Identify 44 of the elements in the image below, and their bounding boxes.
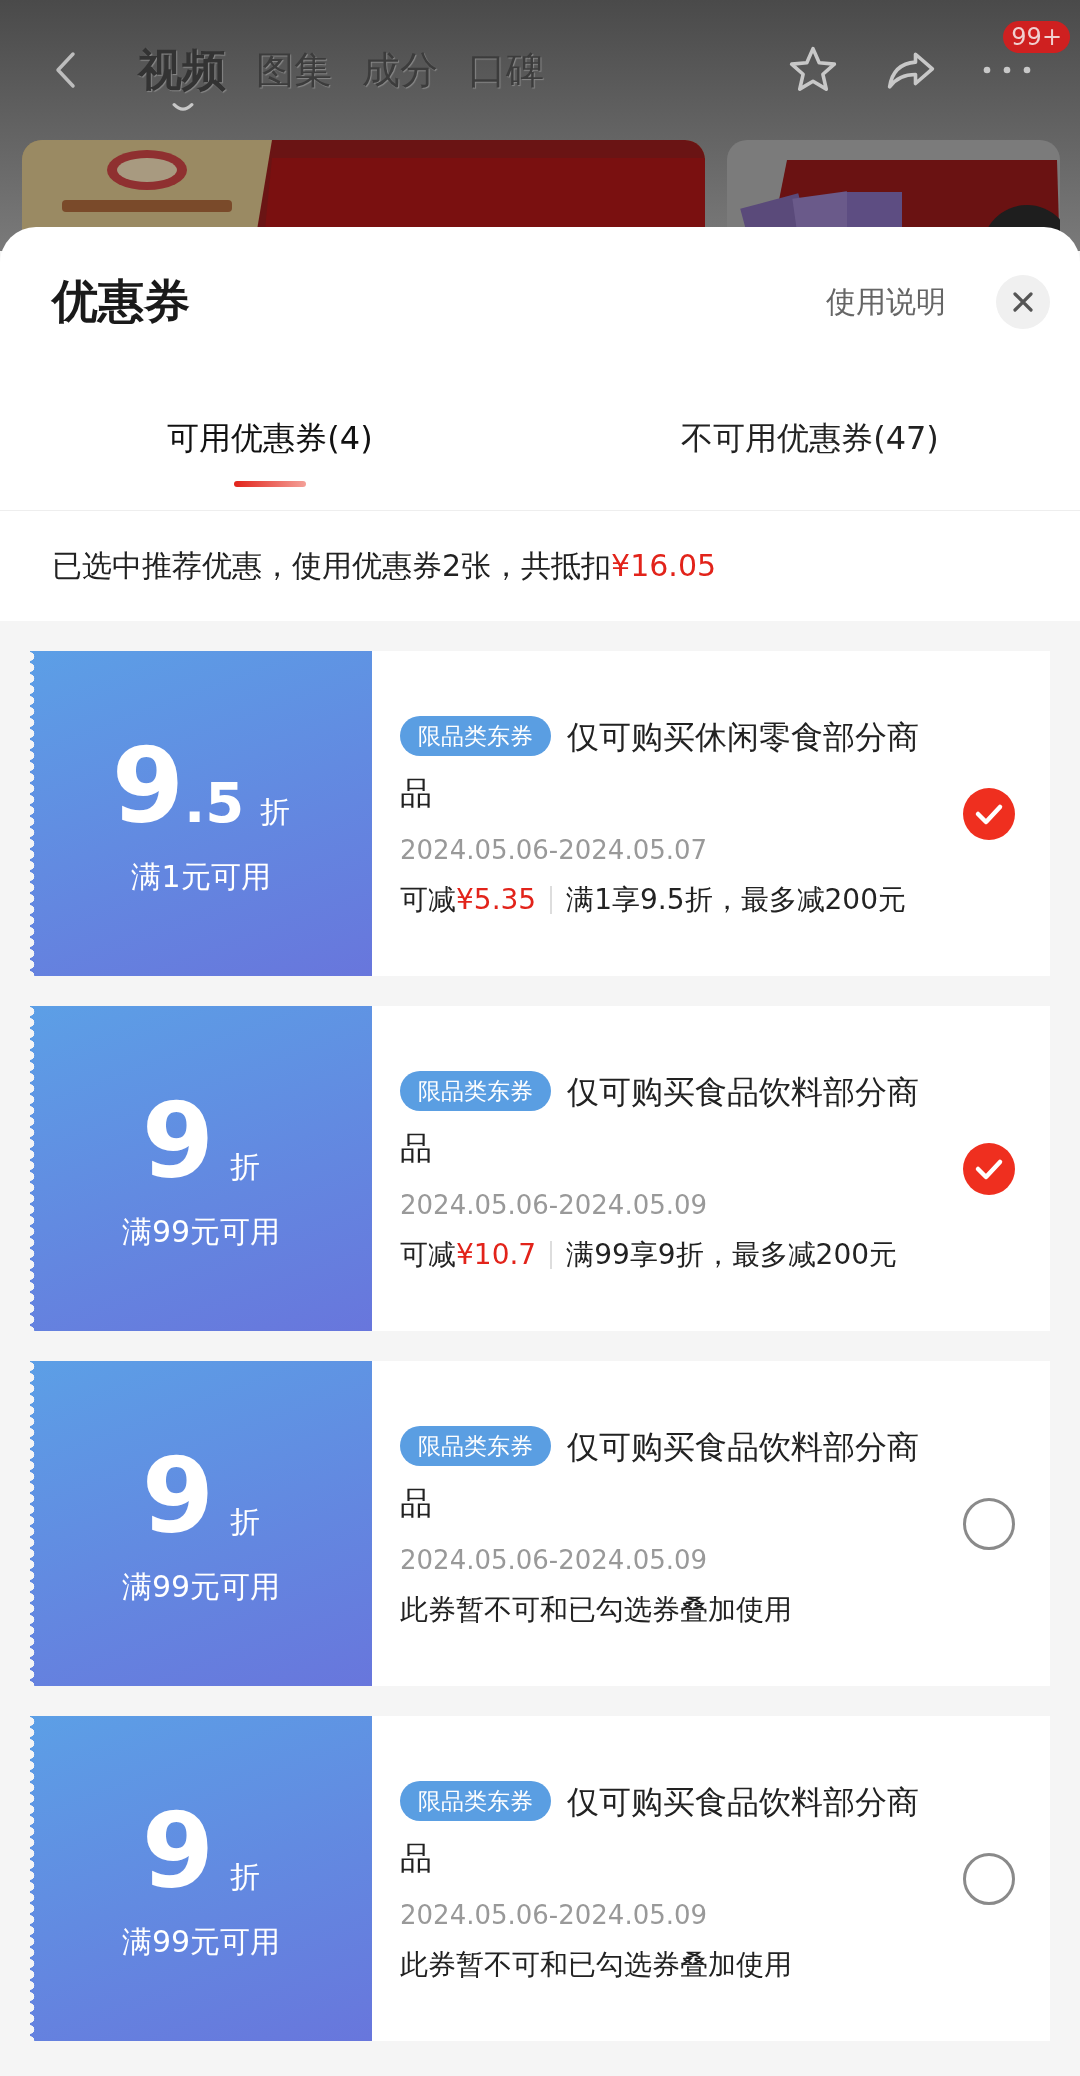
discount-summary: 已选中推荐优惠，使用优惠券2张，共抵扣¥16.05 (52, 546, 717, 585)
usage-condition: 满99元可用 (121, 1568, 281, 1607)
coupon-title: 限品类东券 仅可购买食品饮料部分商品 (400, 1069, 920, 1169)
unchecked-checkbox[interactable] (962, 1851, 1016, 1906)
close-icon[interactable] (996, 275, 1050, 329)
discount-value: 9 (141, 1438, 215, 1554)
discount-value: 9 (141, 1083, 215, 1199)
usage-condition: 满99元可用 (121, 1923, 281, 1962)
notification-badge: 99+ (1003, 21, 1070, 53)
coupon-card[interactable]: 9.5 折 满1元可用 限品类东券 仅可购买休闲零食部分商品 2024.05.06-2024.05.07 可减¥5.35 满1享9.5折，最多减200元 (30, 651, 1050, 976)
coupon-title: 限品类东券 仅可购买食品饮料部分商品 (400, 1424, 920, 1524)
coupon-card[interactable]: 9 折 满99元可用 限品类东券 仅可购买食品饮料部分商品 2024.05.06-2024.05.09 此券暂不可和已勾选券叠加使用 (30, 1716, 1050, 2041)
discount-value: 9 (141, 1793, 215, 1909)
savings-amount: 可减¥5.35 (400, 881, 537, 918)
stacking-notice: 此券暂不可和已勾选券叠加使用 (400, 1946, 793, 1983)
discount-unit: 折 (230, 1857, 261, 1896)
discount-unit: 折 (230, 1502, 261, 1541)
discount-unit: 折 (260, 792, 291, 831)
coupon-card[interactable]: 9 折 满99元可用 限品类东券 仅可购买食品饮料部分商品 2024.05.06-2024.05.09 可减¥10.7 满99享9折，最多减200元 (30, 1006, 1050, 1331)
validity-dates: 2024.05.06-2024.05.07 (400, 834, 709, 865)
coupon-card[interactable]: 9 折 满99元可用 限品类东券 仅可购买食品饮料部分商品 2024.05.06-2024.05.09 此券暂不可和已勾选券叠加使用 (30, 1361, 1050, 1686)
validity-dates: 2024.05.06-2024.05.09 (400, 1544, 709, 1575)
checked-checkbox[interactable] (962, 786, 1016, 841)
savings-amount: 可减¥10.7 (400, 1236, 537, 1273)
chevron-icon (172, 102, 194, 114)
coupon-title: 限品类东券 仅可购买食品饮料部分商品 (400, 1779, 920, 1879)
sheet-title: 优惠券 (52, 273, 191, 330)
validity-dates: 2024.05.06-2024.05.09 (400, 1189, 709, 1220)
discount-rule: 满1享9.5折，最多减200元 (566, 881, 906, 918)
usage-condition: 满99元可用 (121, 1213, 281, 1252)
coupon-tab[interactable]: 不可用优惠券(47) (681, 417, 939, 461)
stacking-notice: 此券暂不可和已勾选券叠加使用 (400, 1591, 793, 1628)
validity-dates: 2024.05.06-2024.05.09 (400, 1899, 709, 1930)
discount-unit: 折 (230, 1147, 261, 1186)
usage-instructions-link[interactable]: 使用说明 (826, 281, 946, 323)
discount-rule: 满99享9折，最多减200元 (566, 1236, 898, 1273)
coupon-tab[interactable]: 可用优惠券(4) (167, 417, 373, 461)
more-icon[interactable] (982, 64, 1032, 76)
tab-underline (234, 481, 306, 487)
usage-condition: 满1元可用 (131, 858, 271, 897)
checked-checkbox[interactable] (962, 1141, 1016, 1196)
discount-value: 9.5 (111, 728, 245, 844)
unchecked-checkbox[interactable] (962, 1496, 1016, 1551)
coupon-title: 限品类东券 仅可购买休闲零食部分商品 (400, 714, 920, 814)
